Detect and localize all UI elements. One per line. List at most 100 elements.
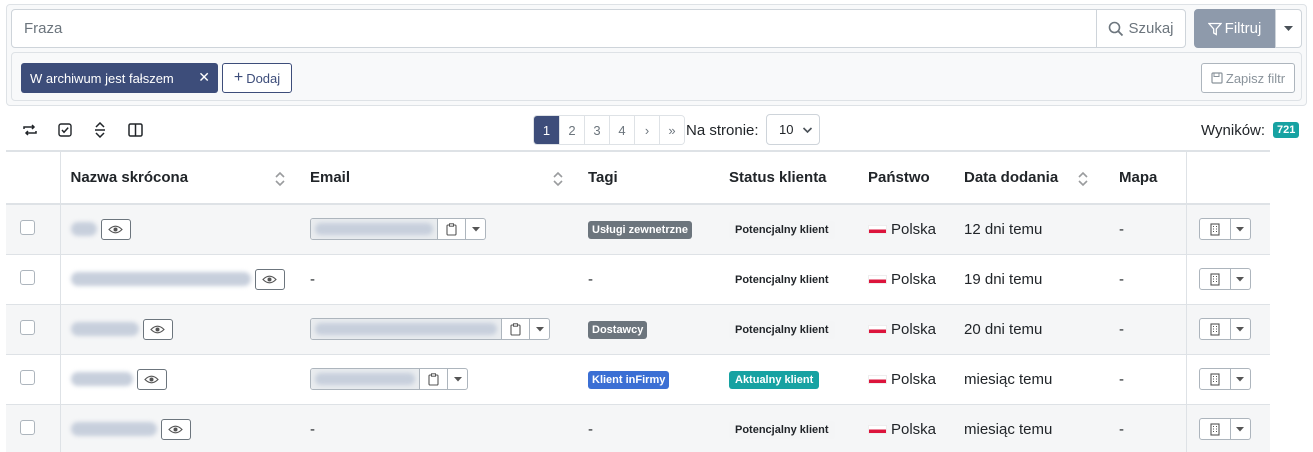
caret-down-icon[interactable]: [1229, 319, 1250, 339]
expand-rows-icon[interactable]: [91, 121, 109, 139]
tag-badge: Dostawcy: [588, 320, 648, 339]
filter-dropdown-toggle[interactable]: [1275, 9, 1302, 48]
redacted-name: [70, 372, 133, 386]
tag-badge: Klient inFirmy: [588, 370, 670, 389]
building-icon[interactable]: [1200, 219, 1230, 239]
email-group[interactable]: [310, 368, 468, 390]
row-actions-group[interactable]: [1198, 368, 1251, 390]
save-filter-button[interactable]: Zapisz filtr: [1201, 63, 1295, 93]
filter-chip-archive[interactable]: W archiwum jest fałszem ✕: [21, 63, 218, 93]
email-group[interactable]: [310, 318, 550, 340]
building-icon[interactable]: [1200, 269, 1230, 289]
map-cell: -: [1109, 304, 1186, 355]
caret-down-icon[interactable]: [1229, 269, 1250, 289]
preview-button[interactable]: [136, 368, 167, 390]
funnel-icon: [1207, 22, 1222, 36]
search-row: Szukaj Filtruj: [11, 9, 1302, 48]
email-group[interactable]: [310, 218, 486, 241]
row-checkbox[interactable]: [20, 219, 35, 235]
redacted-email: [311, 319, 501, 339]
header-name[interactable]: Nazwa skrócona: [59, 150, 300, 205]
building-icon[interactable]: [1200, 419, 1230, 439]
caret-down-icon[interactable]: [1229, 219, 1250, 240]
search-input[interactable]: [11, 9, 1097, 48]
preview-button[interactable]: [254, 268, 285, 290]
clipboard-icon[interactable]: [501, 319, 529, 339]
pagination: 1 2 3 4 › »: [533, 115, 685, 145]
country-name: Polska: [891, 420, 937, 438]
map-cell: -: [1109, 254, 1186, 305]
tag-badge: Usługi zewnetrzne: [588, 220, 692, 239]
eye-icon: [108, 225, 123, 234]
columns-icon[interactable]: [126, 121, 144, 139]
page-4-button[interactable]: 4: [609, 116, 634, 144]
status-cell: Potencjalny klient: [719, 254, 858, 305]
table-row: Dostawcy Potencjalny klient Polska 20 dn…: [6, 304, 1270, 355]
filter-button[interactable]: Filtruj: [1194, 9, 1275, 48]
header-email-label: Email: [310, 169, 351, 186]
email-cell: [300, 354, 578, 405]
page-2-button[interactable]: 2: [559, 116, 584, 144]
refresh-icon[interactable]: [21, 121, 39, 139]
map-cell: -: [1109, 204, 1186, 255]
caret-down-icon[interactable]: [1229, 369, 1250, 389]
search-icon: [1109, 21, 1124, 36]
map-cell: -: [1109, 404, 1186, 452]
table-row: Usługi zewnetrzne Potencjalny klient Pol…: [6, 204, 1270, 255]
page-1-button[interactable]: 1: [534, 116, 559, 144]
header-name-label: Nazwa skrócona: [70, 169, 189, 186]
select-all-icon[interactable]: [56, 121, 74, 139]
caret-down-icon[interactable]: [465, 219, 485, 240]
row-checkbox[interactable]: [20, 369, 35, 385]
status-cell: Potencjalny klient: [719, 204, 858, 255]
row-actions-group[interactable]: [1198, 318, 1251, 340]
country-cell: Polska: [858, 404, 954, 452]
results-label: Wyników:: [1201, 122, 1266, 139]
sort-icon[interactable]: [274, 171, 286, 187]
caret-down-icon[interactable]: [1229, 419, 1250, 439]
name-cell: [59, 404, 300, 452]
country-name: Polska: [891, 270, 937, 288]
preview-button[interactable]: [160, 418, 191, 440]
sort-icon[interactable]: [1077, 171, 1089, 187]
country-cell: Polska: [858, 254, 954, 305]
last-page-button[interactable]: »: [659, 116, 684, 144]
date-cell: 12 dni temu: [954, 204, 1109, 255]
table-toolbar: 1 2 3 4 › » Na stronie: 10 Wyników: 721: [0, 112, 1313, 148]
add-filter-button[interactable]: + Dodaj: [222, 63, 292, 93]
redacted-email: [311, 369, 419, 389]
table-row: - - Potencjalny klient Polska miesiąc te…: [6, 404, 1270, 452]
search-button[interactable]: Szukaj: [1096, 9, 1186, 48]
country-name: Polska: [891, 370, 937, 388]
row-checkbox[interactable]: [20, 269, 35, 285]
header-email[interactable]: Email: [300, 150, 578, 205]
page-3-button[interactable]: 3: [584, 116, 609, 144]
building-icon[interactable]: [1200, 319, 1230, 339]
caret-down-icon[interactable]: [529, 319, 549, 339]
clipboard-icon[interactable]: [437, 219, 465, 240]
clipboard-icon[interactable]: [419, 369, 447, 389]
preview-button[interactable]: [100, 218, 131, 240]
table-header-row: Nazwa skrócona Email Tagi Status klienta…: [6, 150, 1270, 205]
building-icon[interactable]: [1200, 369, 1230, 389]
row-actions-group[interactable]: [1198, 268, 1251, 290]
per-page-select[interactable]: 10: [766, 114, 820, 145]
chevron-down-icon: [802, 127, 813, 134]
row-checkbox-cell: [6, 304, 60, 355]
close-icon[interactable]: ✕: [198, 69, 210, 86]
row-checkbox[interactable]: [20, 419, 35, 435]
caret-down-icon[interactable]: [447, 369, 467, 389]
status-badge: Potencjalny klient: [729, 420, 835, 439]
row-actions-group[interactable]: [1198, 418, 1251, 440]
preview-button[interactable]: [142, 318, 173, 340]
row-checkbox[interactable]: [20, 319, 35, 335]
email-cell: [300, 304, 578, 355]
row-actions-group[interactable]: [1198, 218, 1251, 241]
date-cell: miesiąc temu: [954, 354, 1109, 405]
status-cell: Potencjalny klient: [719, 404, 858, 452]
sort-icon[interactable]: [552, 171, 564, 187]
header-date[interactable]: Data dodania: [954, 150, 1109, 205]
next-page-button[interactable]: ›: [634, 116, 659, 144]
redacted-name: [70, 422, 157, 436]
tags-cell: -: [578, 404, 719, 452]
